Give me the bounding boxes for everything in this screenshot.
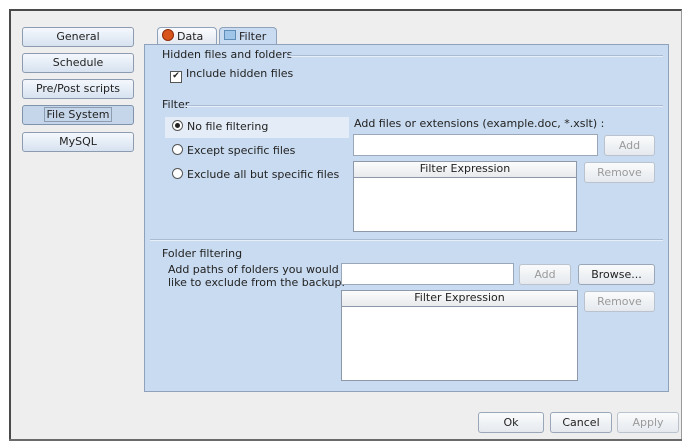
sidebar-item-file-system[interactable]: File System [22, 105, 134, 125]
folder-filter-list[interactable]: Filter Expression [341, 290, 578, 381]
sidebar-item-pre-post-scripts[interactable]: Pre/Post scripts [22, 79, 134, 99]
tab-data[interactable]: Data [157, 27, 217, 45]
filter-icon [224, 30, 236, 40]
check-icon: ✔ [170, 71, 182, 83]
sidebar-item-general[interactable]: General [22, 27, 134, 47]
checkbox-label: Include hidden files [186, 67, 294, 80]
browse-button[interactable]: Browse... [578, 264, 655, 285]
cancel-button[interactable]: Cancel [550, 412, 612, 433]
data-icon [162, 29, 174, 41]
filter-expression-header[interactable]: Filter Expression [354, 162, 576, 178]
file-filter-input[interactable] [353, 134, 598, 156]
radio-icon [172, 144, 183, 155]
radio-label: No file filtering [187, 120, 269, 133]
include-hidden-checkbox[interactable]: ✔ Include hidden files [170, 67, 293, 83]
folder-description-line: like to exclude from the backup. [168, 276, 346, 289]
sidebar-item-mysql[interactable]: MySQL [22, 132, 134, 152]
hidden-group-title: Hidden files and folders [162, 48, 293, 61]
radio-icon [172, 120, 183, 131]
group-separator [289, 55, 663, 57]
add-files-label: Add files or extensions (example.doc, *.… [354, 117, 605, 130]
radio-label: Except specific files [187, 144, 296, 157]
file-filter-list[interactable]: Filter Expression [353, 161, 577, 232]
radio-no-file-filtering[interactable]: No file filtering [165, 117, 349, 138]
filter-remove-button[interactable]: Remove [584, 162, 655, 183]
ok-button[interactable]: Ok [478, 412, 544, 433]
radio-except-specific-files[interactable]: Except specific files [165, 141, 349, 162]
folder-add-button[interactable]: Add [519, 264, 571, 285]
folder-group-title: Folder filtering [162, 247, 243, 260]
filter-add-button[interactable]: Add [604, 135, 655, 156]
radio-exclude-all-but-specific[interactable]: Exclude all but specific files [165, 165, 349, 186]
sidebar-item-schedule[interactable]: Schedule [22, 53, 134, 73]
tab-label: Data [177, 30, 204, 43]
folder-path-input[interactable] [341, 263, 514, 285]
filter-expression-header[interactable]: Filter Expression [342, 291, 577, 307]
radio-icon [172, 168, 183, 179]
folder-description-line: Add paths of folders you would [168, 263, 339, 276]
radio-label: Exclude all but specific files [187, 168, 340, 181]
folder-description: Add paths of folders you would like to e… [168, 263, 345, 289]
group-separator [150, 239, 663, 241]
group-separator [185, 105, 663, 107]
folder-remove-button[interactable]: Remove [584, 291, 655, 312]
apply-button[interactable]: Apply [617, 412, 679, 433]
tab-label: Filter [239, 30, 267, 43]
sidebar-item-label: File System [43, 107, 113, 122]
